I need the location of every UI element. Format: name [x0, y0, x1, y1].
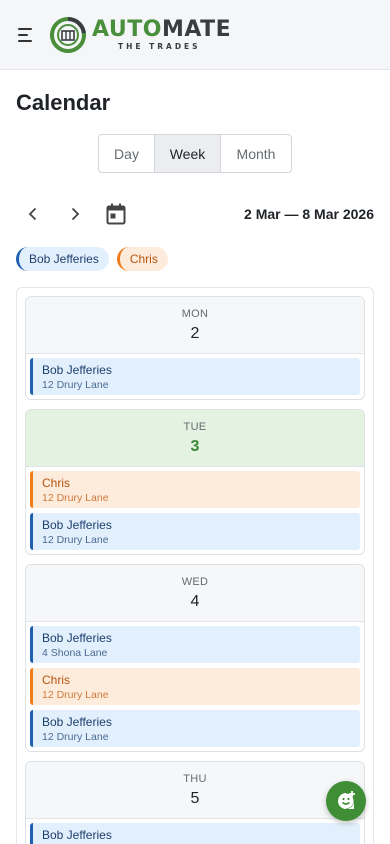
event-staff: Bob Jefferies [42, 363, 112, 377]
event-list: Bob Jefferies 4 Shona Lane Chris 12 Drur… [26, 622, 364, 751]
brand-word-part2: MATE [161, 16, 232, 42]
calendar-icon[interactable] [102, 200, 130, 228]
add-event-icon [338, 791, 355, 809]
event-list: Chris 12 Drury Lane Bob Jefferies 12 Dru… [26, 467, 364, 554]
day-number: 4 [190, 592, 200, 610]
add-event-button[interactable] [326, 781, 366, 821]
day-number: 3 [190, 437, 200, 455]
event-staff: Bob Jefferies [42, 518, 112, 532]
date-range-label: 2 Mar — 8 Mar 2026 [244, 206, 374, 222]
event-address: 12 Drury Lane [42, 731, 109, 743]
day-header: MON 2 [26, 297, 364, 354]
event-item[interactable]: Bob Jefferies 4 Shona Lane [30, 626, 360, 663]
page-title: Calendar [16, 90, 111, 115]
day-name: MON [181, 307, 209, 320]
event-staff: Chris [42, 476, 71, 490]
event-address: 12 Drury Lane [42, 689, 109, 701]
event-staff: Chris [42, 673, 71, 687]
staff-chip-bob-jefferies[interactable]: Bob Jefferies [16, 247, 109, 271]
day-name: THU [183, 772, 207, 785]
staff-chip-chris[interactable]: Chris [116, 247, 168, 271]
day-name: WED [181, 575, 209, 588]
event-list: Bob Jefferies [26, 819, 364, 844]
event-list: Bob Jefferies 12 Drury Lane [26, 354, 364, 399]
event-item[interactable]: Chris 12 Drury Lane [30, 668, 360, 705]
view-week-button[interactable]: Week [155, 135, 221, 172]
chevron-right-icon[interactable] [61, 200, 89, 228]
brand-logo[interactable]: AUTOMATE THE TRADES [48, 15, 231, 55]
event-item[interactable]: Chris 12 Drury Lane [30, 471, 360, 508]
week-calendar: MON 2 Bob Jefferies 12 Drury Lane TUE 3 … [16, 287, 374, 844]
event-item[interactable]: Bob Jefferies [30, 823, 360, 844]
day-name: TUE [183, 420, 207, 433]
day-number: 2 [190, 324, 200, 342]
event-address: 12 Drury Lane [42, 492, 109, 504]
event-address: 4 Shona Lane [42, 647, 108, 659]
event-item[interactable]: Bob Jefferies 12 Drury Lane [30, 358, 360, 395]
event-staff: Bob Jefferies [42, 828, 112, 842]
staff-filter-chips: Bob Jefferies Chris [16, 247, 168, 271]
event-address: 12 Drury Lane [42, 534, 109, 546]
event-staff: Bob Jefferies [42, 631, 112, 645]
event-address: 12 Drury Lane [42, 379, 109, 391]
event-staff: Bob Jefferies [42, 715, 112, 729]
view-month-button[interactable]: Month [221, 135, 291, 172]
date-navigation: 2 Mar — 8 Mar 2026 [16, 198, 374, 230]
day-card-wed: WED 4 Bob Jefferies 4 Shona Lane Chris 1… [25, 564, 365, 752]
chevron-left-icon[interactable] [19, 200, 47, 228]
day-header: WED 4 [26, 565, 364, 622]
brand-word-part1: AUTO [92, 16, 162, 42]
day-card-mon: MON 2 Bob Jefferies 12 Drury Lane [25, 296, 365, 400]
event-item[interactable]: Bob Jefferies 12 Drury Lane [30, 513, 360, 550]
day-card-tue: TUE 3 Chris 12 Drury Lane Bob Jefferies … [25, 409, 365, 555]
day-header: THU 5 [26, 762, 364, 819]
view-toggle: Day Week Month [98, 134, 292, 173]
brand-tagline: THE TRADES [118, 41, 201, 51]
day-card-thu: THU 5 Bob Jefferies [25, 761, 365, 844]
gear-logo-icon [50, 16, 86, 53]
top-app-bar: AUTOMATE THE TRADES [0, 0, 390, 70]
day-number: 5 [190, 789, 200, 807]
view-day-button[interactable]: Day [99, 135, 155, 172]
event-item[interactable]: Bob Jefferies 12 Drury Lane [30, 710, 360, 747]
day-header-today: TUE 3 [26, 410, 364, 467]
menu-icon[interactable] [18, 25, 38, 45]
brand-wordmark: AUTOMATE THE TRADES [92, 16, 232, 51]
